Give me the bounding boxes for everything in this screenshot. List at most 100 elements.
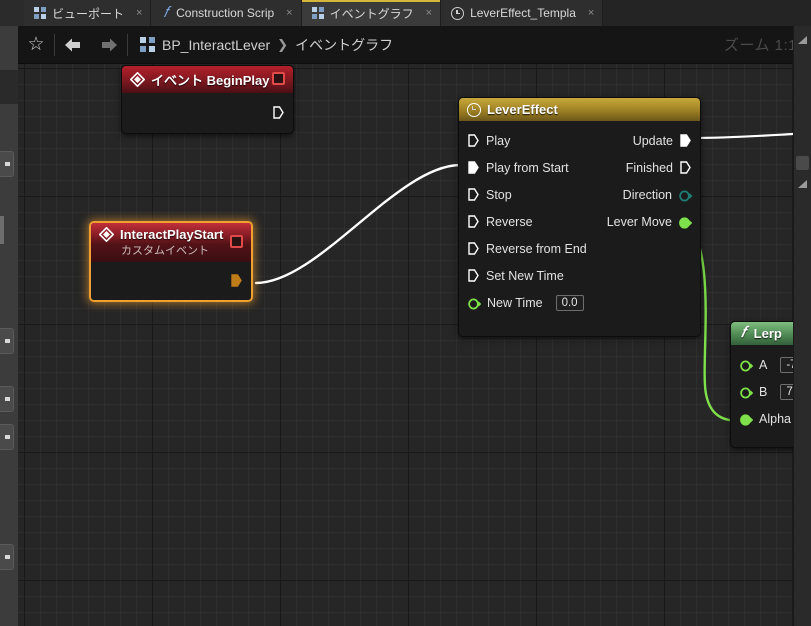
pin-row: Reverse from End: [459, 235, 700, 262]
event-graph-canvas[interactable]: ブループリント イベント BeginPlay: [18, 64, 793, 626]
close-icon[interactable]: ×: [426, 7, 432, 19]
node-header[interactable]: LeverEffect: [459, 98, 700, 121]
tab-event-graph[interactable]: イベントグラフ ×: [301, 0, 442, 26]
float-out-pin[interactable]: [679, 216, 693, 229]
exec-out-pin[interactable]: [680, 161, 691, 174]
back-button[interactable]: [55, 26, 91, 64]
node-levereffect-timeline[interactable]: LeverEffect Play Update Play from Start …: [458, 97, 701, 337]
pin-label: A: [759, 357, 768, 372]
left-panel-item[interactable]: [0, 424, 14, 450]
breadcrumb-separator: ❯: [277, 36, 289, 52]
new-time-input[interactable]: 0.0: [555, 294, 584, 311]
pin-label: Direction: [622, 187, 672, 202]
close-icon[interactable]: ×: [136, 7, 142, 19]
tab-viewport[interactable]: ビューポート ×: [24, 0, 152, 26]
pin-input-reverse[interactable]: Reverse: [459, 215, 533, 229]
pin-label: Reverse from End: [486, 241, 587, 256]
breadcrumb-leaf[interactable]: イベントグラフ: [295, 35, 393, 55]
pin-label: B: [759, 384, 768, 399]
lerp-b-input[interactable]: 70: [780, 383, 793, 400]
favorite-button[interactable]: ☆: [18, 26, 54, 64]
pin-row-exec-out: [231, 267, 251, 294]
pin-output-finished[interactable]: Finished: [626, 161, 700, 175]
tab-label: ビューポート: [52, 6, 125, 21]
pin-label: Play from Start: [486, 160, 569, 175]
node-header[interactable]: 𝑓 Lerp: [731, 322, 793, 345]
pin-exec-out[interactable]: [231, 274, 251, 287]
float-in-pin[interactable]: [740, 386, 754, 398]
pin-row: Play Update: [459, 127, 700, 154]
exec-in-pin[interactable]: [468, 134, 479, 147]
node-header[interactable]: InteractPlayStart: [91, 223, 251, 248]
pin-output-lever-move[interactable]: Lever Move: [607, 215, 700, 229]
wire-exec-update-out: [691, 132, 793, 140]
enum-out-pin[interactable]: [679, 189, 693, 201]
left-panel-item[interactable]: [0, 386, 14, 412]
breadcrumb: BP_InteractLever ❯ イベントグラフ: [128, 26, 393, 64]
exec-in-pin[interactable]: [468, 188, 479, 201]
scroll-down-arrow-icon[interactable]: [795, 178, 809, 192]
exec-out-pin[interactable]: [273, 106, 284, 119]
node-interactplaystart[interactable]: InteractPlayStart カスタムイベント: [89, 221, 253, 302]
pin-input-play-from-start[interactable]: Play from Start: [459, 161, 569, 175]
pin-input-stop[interactable]: Stop: [459, 188, 512, 202]
delegate-pin-icon[interactable]: [272, 72, 285, 85]
scrollbar-thumb[interactable]: [796, 156, 809, 170]
pin-input-play[interactable]: Play: [459, 134, 510, 148]
pin-row: Set New Time: [459, 262, 700, 289]
arrow-left-icon: [64, 37, 82, 53]
pin-input-a[interactable]: A -7: [731, 356, 793, 373]
left-panel-item[interactable]: [0, 151, 14, 177]
float-in-pin[interactable]: [468, 297, 482, 309]
exec-in-pin[interactable]: [468, 161, 479, 174]
delegate-pin-icon[interactable]: [230, 235, 243, 248]
function-f-icon: 𝑓: [741, 325, 746, 341]
pin-input-alpha[interactable]: Alpha: [731, 412, 791, 426]
float-in-pin[interactable]: [740, 413, 754, 426]
pin-label: New Time: [487, 295, 543, 310]
pin-output-update[interactable]: Update: [633, 134, 700, 148]
star-icon: ☆: [27, 34, 45, 55]
pin-input-new-time[interactable]: New Time 0.0: [459, 294, 584, 311]
node-lerp[interactable]: 𝑓 Lerp A -7: [730, 321, 793, 448]
lerp-a-input[interactable]: -7: [780, 356, 793, 373]
exec-in-pin[interactable]: [468, 215, 479, 228]
vertical-scrollbar[interactable]: [793, 26, 811, 626]
tab-lever-effect-template[interactable]: LeverEffect_Templа ×: [441, 0, 604, 26]
event-diamond-icon: [98, 226, 115, 243]
left-panel-marker: [0, 216, 4, 244]
pin-input-set-new-time[interactable]: Set New Time: [459, 269, 564, 283]
forward-button[interactable]: [91, 26, 127, 64]
pin-row: Play from Start Finished: [459, 154, 700, 181]
float-in-pin[interactable]: [740, 359, 754, 371]
pin-output-direction[interactable]: Direction: [623, 188, 700, 202]
node-body: [122, 93, 293, 133]
pin-input-reverse-from-end[interactable]: Reverse from End: [459, 242, 587, 256]
node-header[interactable]: イベント BeginPlay: [122, 66, 293, 93]
pin-row: B 70: [731, 378, 793, 405]
node-event-beginplay[interactable]: イベント BeginPlay: [121, 65, 294, 134]
pin-input-b[interactable]: B 70: [731, 383, 793, 400]
exec-in-pin[interactable]: [468, 242, 479, 255]
pin-label: Lever Move: [606, 214, 672, 229]
grid-icon: [311, 7, 324, 19]
left-panel-row[interactable]: [0, 70, 18, 104]
close-icon[interactable]: ×: [286, 7, 292, 19]
exec-out-pin[interactable]: [231, 274, 242, 287]
pin-row: New Time 0.0: [459, 289, 700, 316]
left-panel-edge: [0, 26, 18, 626]
left-panel-item[interactable]: [0, 328, 14, 354]
exec-in-pin[interactable]: [468, 269, 479, 282]
timeline-clock-icon: [467, 102, 481, 117]
pin-exec-out[interactable]: [273, 106, 293, 119]
exec-out-pin[interactable]: [680, 134, 691, 147]
tab-construction-script[interactable]: 𝑓 Construction Scrip ×: [151, 0, 302, 26]
pin-row: Stop Direction: [459, 181, 700, 208]
left-panel-item[interactable]: [0, 544, 14, 570]
close-icon[interactable]: ×: [588, 7, 594, 19]
node-body: Play Update Play from Start Finished Sto…: [459, 121, 700, 336]
pin-label: Play: [486, 133, 511, 148]
pin-row: Reverse Lever Move: [459, 208, 700, 235]
scroll-up-arrow-icon[interactable]: [795, 34, 809, 48]
breadcrumb-root[interactable]: BP_InteractLever: [162, 37, 270, 53]
